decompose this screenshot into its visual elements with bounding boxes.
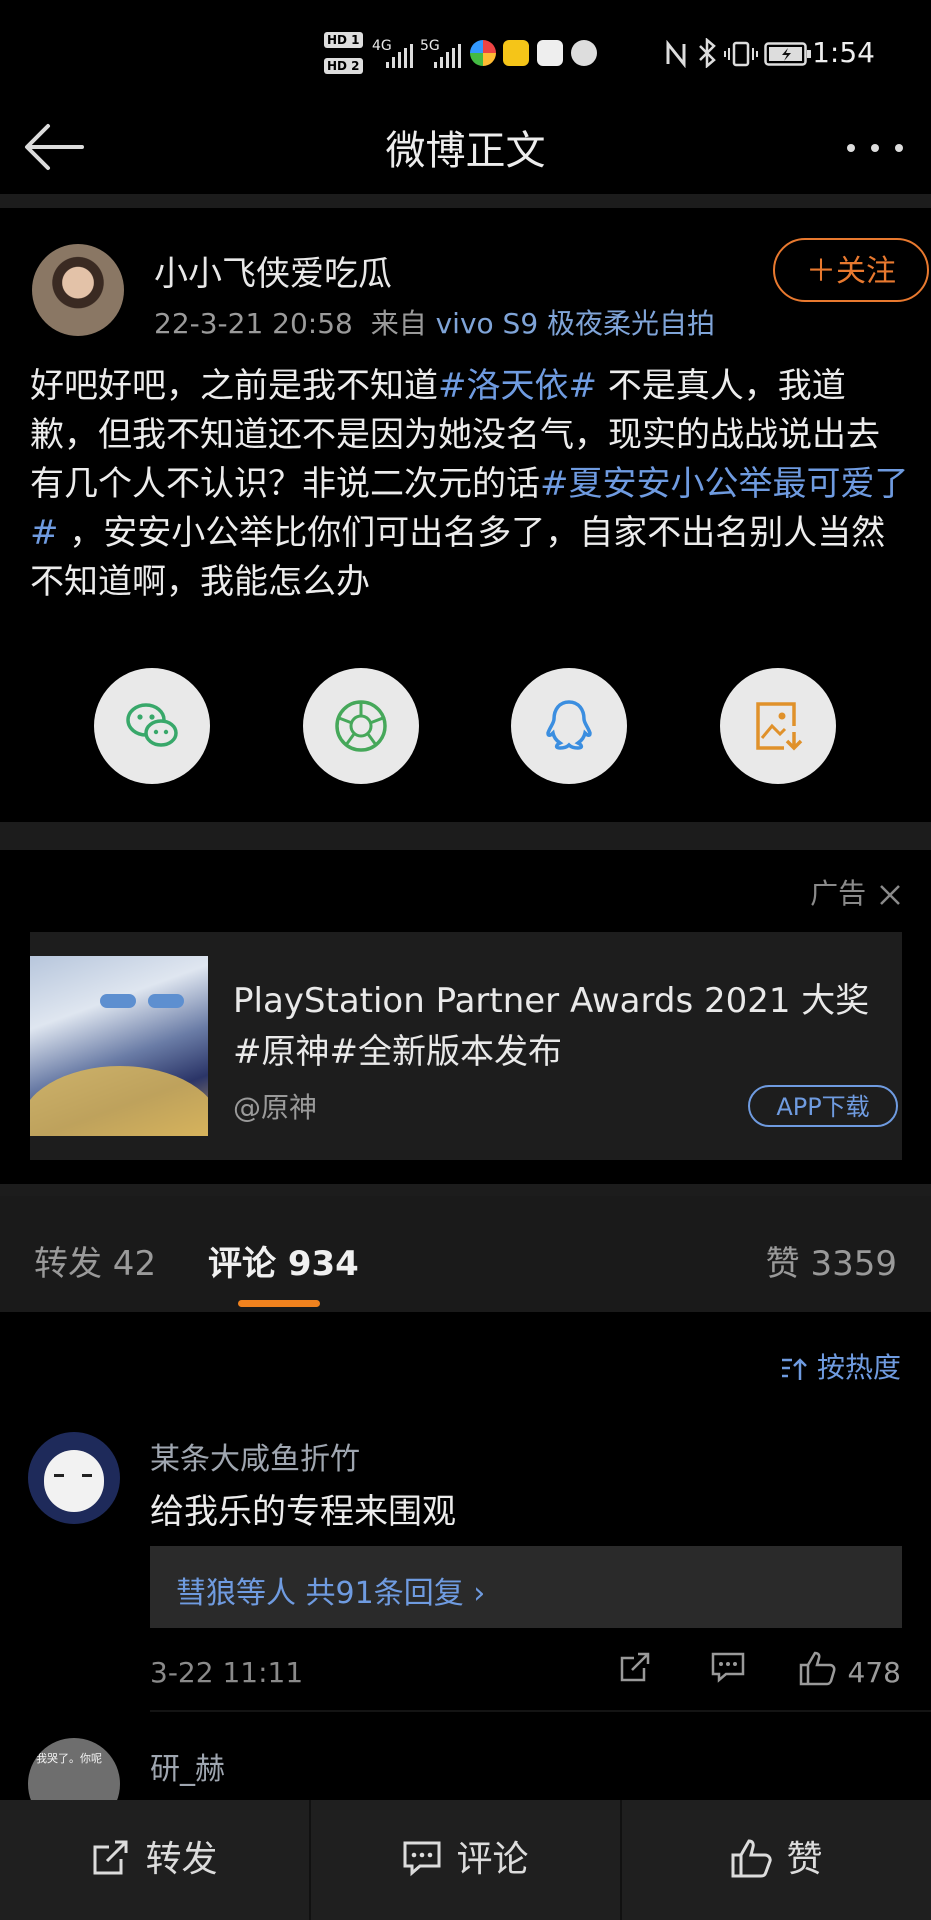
post-meta: 22-3-21 20:58 来自 vivo S9 极夜柔光自拍 — [154, 302, 715, 342]
repost-icon — [93, 1840, 128, 1875]
hashtag-link-1[interactable]: #洛天依# — [438, 366, 597, 406]
tab-reposts[interactable]: 转发 42 — [34, 1236, 156, 1285]
comment-text: 给我乐的专程来围观 — [150, 1492, 456, 1532]
section-divider-2 — [0, 1184, 931, 1196]
save-image-icon — [756, 702, 803, 751]
bottom-action-bar: 转发 评论 赞 — [0, 1800, 931, 1920]
weibo-notification-icon — [503, 40, 529, 66]
comment-separator — [150, 1710, 931, 1712]
clock: 1:54 — [812, 36, 875, 69]
ad-author: @原神 — [233, 1091, 318, 1124]
post-source[interactable]: vivo S9 极夜柔光自拍 — [436, 307, 715, 340]
share-moments-button[interactable] — [303, 668, 419, 784]
like-comment-icon[interactable] — [798, 1650, 838, 1686]
post-date: 22-3-21 20:58 — [154, 307, 353, 340]
ad-label-text: 广告 — [810, 877, 867, 910]
signal-1-icon — [386, 44, 414, 68]
bluetooth-icon — [699, 38, 716, 68]
tab-likes[interactable]: 赞 3359 — [766, 1236, 897, 1285]
repost-comment-icon[interactable] — [618, 1650, 652, 1684]
follow-button[interactable]: ＋关注 — [773, 238, 929, 302]
repost-button[interactable]: 转发 — [0, 1800, 309, 1920]
reply-comment-icon[interactable] — [710, 1650, 746, 1684]
author-avatar[interactable] — [32, 244, 124, 336]
avatar-caption: 我哭了。你呢 — [36, 1752, 102, 1765]
huawei-notification-icon — [537, 40, 563, 66]
comment-button[interactable]: 评论 — [311, 1800, 620, 1920]
ad-label: 广告 — [810, 872, 901, 912]
post-text-part-3: ，安安小公举比你们可出名多了，自家不出名别人当然不知道啊，我能怎么办 — [30, 513, 886, 602]
ad-card[interactable]: PlayStation Partner Awards 2021 大奖 #原神#全… — [30, 932, 902, 1160]
comment-label: 评论 — [456, 1839, 529, 1880]
sort-icon — [782, 1358, 807, 1380]
commenter-name[interactable]: 某条大咸鱼折竹 — [150, 1434, 360, 1478]
like-button[interactable]: 赞 — [622, 1800, 931, 1920]
section-divider — [0, 822, 931, 850]
qq-icon — [546, 700, 592, 750]
replies-summary-text: 彗狼等人 共91条回复 › — [176, 1576, 486, 1611]
share-qq-button[interactable] — [511, 668, 627, 784]
interaction-tabs: 转发 42 评论 934 赞 3359 — [0, 1196, 931, 1312]
sort-label: 按热度 — [816, 1351, 901, 1384]
share-wechat-button[interactable] — [94, 668, 210, 784]
app-notification-icon — [470, 40, 496, 66]
vibrate-icon — [724, 41, 758, 67]
comment-time: 3-22 11:11 — [150, 1656, 304, 1689]
sim2-badge: HD 2 — [324, 58, 363, 74]
commenter-avatar[interactable] — [28, 1432, 120, 1524]
wechat-icon — [126, 703, 178, 747]
more-options-icon[interactable] — [845, 138, 905, 158]
browser-notification-icon — [571, 40, 597, 66]
active-tab-indicator — [238, 1300, 320, 1307]
battery-icon — [764, 42, 811, 66]
close-icon[interactable] — [879, 884, 901, 906]
top-nav-bar: 微博正文 — [0, 108, 931, 198]
repost-label: 转发 — [145, 1839, 218, 1880]
page-title: 微博正文 — [385, 128, 546, 174]
sim1-badge: HD 1 — [324, 32, 363, 48]
like-label: 赞 — [786, 1839, 823, 1880]
signal-2-icon — [434, 44, 462, 68]
nfc-icon — [666, 40, 686, 68]
ad-title: PlayStation Partner Awards 2021 大奖 #原神#全… — [233, 981, 870, 1072]
comment-like-count: 478 — [847, 1656, 901, 1689]
ad-thumbnail-image — [30, 956, 208, 1136]
like-icon — [731, 1839, 773, 1878]
post-text-part-1: 好吧好吧，之前是我不知道 — [30, 366, 438, 406]
save-image-button[interactable] — [720, 668, 836, 784]
sort-by-popularity-button[interactable]: 按热度 — [780, 1346, 901, 1386]
moments-icon — [335, 700, 387, 752]
replies-summary[interactable]: 彗狼等人 共91条回复 › — [150, 1546, 902, 1628]
app-download-button[interactable]: APP下载 — [748, 1085, 898, 1127]
tab-comments[interactable]: 评论 934 — [208, 1236, 359, 1285]
commenter-name-2[interactable]: 研_赫 — [150, 1744, 225, 1788]
post-source-prefix: 来自 — [370, 307, 427, 340]
header-divider — [0, 194, 931, 208]
author-name[interactable]: 小小飞侠爱吃瓜 — [154, 246, 392, 295]
comment-icon — [403, 1841, 441, 1877]
post-body: 好吧好吧，之前是我不知道#洛天依# 不是真人，我道歉，但我不知道还不是因为她没名… — [30, 362, 910, 607]
status-bar: HD 1 HD 2 4G 5G 1:54 — [0, 0, 931, 108]
